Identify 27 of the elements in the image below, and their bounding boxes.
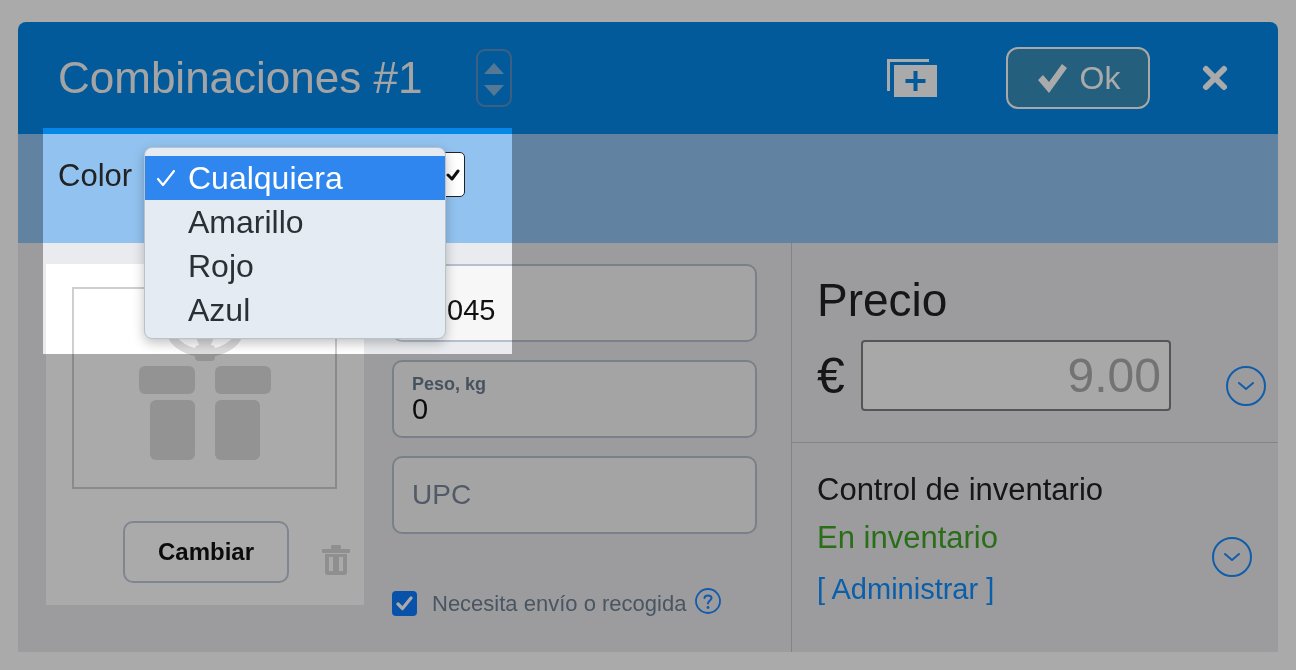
checkbox[interactable] — [392, 591, 417, 616]
close-icon[interactable] — [1202, 65, 1228, 91]
dropdown-option[interactable]: Amarillo — [145, 200, 445, 244]
field-value: 045 — [447, 295, 497, 325]
inventory-heading: Control de inventario — [817, 474, 1104, 505]
expand-icon[interactable] — [1226, 365, 1266, 406]
trash-icon[interactable] — [322, 545, 350, 575]
field-placeholder: UPC — [412, 480, 473, 510]
duplicate-icon[interactable] — [887, 59, 937, 97]
currency-symbol: € — [817, 350, 846, 401]
dropdown-option[interactable]: Cualquiera — [145, 156, 445, 200]
price-heading: Precio — [817, 277, 948, 323]
up-down-spinner-icon[interactable] — [476, 49, 513, 107]
dialog-title: Combinaciones #1 — [58, 56, 423, 100]
check-icon — [396, 596, 413, 611]
check-icon — [156, 168, 176, 188]
check-icon — [446, 167, 460, 182]
field-label: Peso, kg — [412, 374, 488, 394]
change-image-button[interactable]: Cambiar — [123, 521, 289, 583]
input-field[interactable]: Peso, kg 0 — [392, 360, 757, 438]
field-value: 0 — [412, 394, 430, 424]
check-icon — [1035, 62, 1068, 94]
inventory-status: En inventario — [817, 522, 998, 553]
expand-icon[interactable] — [1212, 537, 1252, 577]
checkbox-label: Necesita envío o recogida — [432, 592, 687, 615]
help-icon[interactable] — [695, 587, 722, 614]
filter-label: Color — [58, 159, 134, 193]
